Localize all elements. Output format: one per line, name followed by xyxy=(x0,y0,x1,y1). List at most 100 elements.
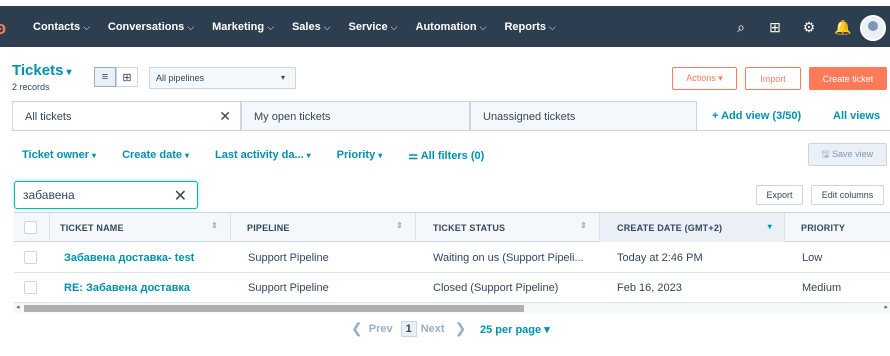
nav-label: Conversations xyxy=(107,21,185,33)
chevron-down-icon: ▾ xyxy=(306,151,311,160)
row-checkbox[interactable] xyxy=(24,251,37,264)
scroll-left-icon[interactable]: ◂ xyxy=(16,303,20,311)
export-button[interactable]: Export xyxy=(756,185,803,205)
horizontal-scrollbar[interactable]: ◂ ▸ xyxy=(14,303,890,313)
column-ticket-status[interactable]: TICKET STATUS ⇕ xyxy=(416,213,600,242)
status-cell: Waiting on us (Support Pipeli... xyxy=(433,252,584,264)
chevron-down-icon: ▾ xyxy=(92,151,97,160)
ticket-name-link[interactable]: RE: Забавена доставка xyxy=(64,273,229,303)
nav-automation[interactable]: Automation ⌵ xyxy=(416,21,487,33)
ticket-name-link[interactable]: Забавена доставка- test xyxy=(64,243,229,273)
pipeline-cell: Support Pipeline xyxy=(248,252,329,264)
chevron-down-icon: ⌵ xyxy=(267,22,274,32)
clear-icon[interactable]: ✕ xyxy=(174,186,187,206)
per-page-select[interactable]: 25 per page ▾ xyxy=(480,323,550,336)
prev-page-button[interactable]: Prev xyxy=(369,323,393,335)
pagination: ❮ Prev 1 Next ❯ xyxy=(345,320,472,337)
column-label: PRIORITY xyxy=(801,223,846,233)
column-create-date[interactable]: CREATE DATE (GMT+2) ▾ xyxy=(600,213,785,242)
filter-ticket-owner[interactable]: Ticket owner ▾ xyxy=(22,149,96,162)
chevron-down-icon: ▾ xyxy=(280,73,285,82)
search-icon[interactable]: ⌕ xyxy=(724,19,758,36)
nav-contacts[interactable]: Contacts ⌵ xyxy=(33,21,90,33)
chevron-down-icon: ▾ xyxy=(66,67,72,78)
column-label: TICKET NAME xyxy=(60,223,124,233)
filter-label: Last activity da... xyxy=(215,149,304,161)
priority-cell: Medium xyxy=(802,282,842,294)
chevron-left-icon[interactable]: ❮ xyxy=(351,320,363,337)
nav-conversations[interactable]: Conversations ⌵ xyxy=(108,21,194,33)
chevron-down-icon: ▾ xyxy=(378,151,383,160)
tab-unassigned-tickets[interactable]: Unassigned tickets xyxy=(470,101,697,131)
add-view-button[interactable]: + Add view (3/50) xyxy=(712,110,801,122)
close-icon[interactable]: ✕ xyxy=(219,108,231,125)
notifications-bell-icon[interactable]: 🔔 xyxy=(826,19,860,36)
column-priority[interactable]: PRIORITY xyxy=(785,213,890,242)
page-title[interactable]: Tickets ▾ xyxy=(12,62,71,79)
sort-icon[interactable]: ⇕ xyxy=(580,221,587,230)
next-page-button[interactable]: Next xyxy=(421,323,445,335)
filter-label: Create date xyxy=(122,149,182,161)
tab-all-tickets[interactable]: All tickets ✕ xyxy=(12,101,241,131)
all-filters-button[interactable]: ⚌ All filters (0) xyxy=(408,149,484,162)
pipeline-select[interactable]: All pipelines ▾ xyxy=(149,67,296,89)
chevron-down-icon: ⌵ xyxy=(549,22,556,32)
column-ticket-name[interactable]: TICKET NAME ⇕ xyxy=(50,213,231,242)
pipeline-cell: Support Pipeline xyxy=(248,282,329,294)
chevron-down-icon: ⌵ xyxy=(83,22,90,32)
create-ticket-button[interactable]: Create ticket xyxy=(809,67,887,90)
hubspot-logo-icon[interactable]: ʚ xyxy=(0,18,6,39)
table-row: RE: Забавена доставка Support Pipeline C… xyxy=(14,273,890,303)
board-view-icon[interactable]: ⊞ xyxy=(116,67,138,87)
chevron-down-icon: ▾ xyxy=(184,151,189,160)
nav-service[interactable]: Service ⌵ xyxy=(349,21,398,33)
nav-label: Automation xyxy=(415,21,477,33)
tab-my-open-tickets[interactable]: My open tickets xyxy=(241,101,470,131)
nav-label: Contacts xyxy=(33,21,81,33)
edit-columns-button[interactable]: Edit columns xyxy=(811,185,884,205)
current-page[interactable]: 1 xyxy=(400,320,417,337)
sort-icon[interactable]: ⇕ xyxy=(211,221,218,230)
column-label: PIPELINE xyxy=(247,223,290,233)
table-row: Забавена доставка- test Support Pipeline… xyxy=(14,243,890,273)
scroll-right-icon[interactable]: ▸ xyxy=(884,303,888,311)
tab-divider xyxy=(12,130,890,131)
list-view-icon[interactable]: ≡ xyxy=(94,67,116,87)
select-all-cell xyxy=(14,213,50,242)
chevron-right-icon[interactable]: ❯ xyxy=(455,320,467,337)
column-pipeline[interactable]: PIPELINE ⇕ xyxy=(231,213,416,242)
marketplace-icon[interactable]: ⊞ xyxy=(758,19,792,36)
filter-last-activity-date[interactable]: Last activity da... ▾ xyxy=(215,149,311,162)
settings-gear-icon[interactable]: ⚙ xyxy=(792,19,826,36)
all-views-link[interactable]: All views xyxy=(833,110,880,122)
nav-reports[interactable]: Reports ⌵ xyxy=(504,21,555,33)
nav-marketing[interactable]: Marketing ⌵ xyxy=(212,21,274,33)
record-count: 2 records xyxy=(12,82,50,92)
search-input[interactable]: забавена ✕ xyxy=(14,181,198,209)
nav-sales[interactable]: Sales ⌵ xyxy=(292,21,331,33)
filter-priority[interactable]: Priority ▾ xyxy=(337,149,383,162)
nav-label: Sales xyxy=(291,21,321,33)
table-header: TICKET NAME ⇕ PIPELINE ⇕ TICKET STATUS ⇕ CR… xyxy=(14,212,890,242)
save-view-button[interactable]: 🖫 Save view xyxy=(808,143,887,166)
nav-label: Service xyxy=(348,21,388,33)
page-title-text: Tickets xyxy=(12,62,64,79)
search-value: забавена xyxy=(23,188,75,202)
import-button[interactable]: Import xyxy=(745,67,801,90)
pipeline-value: All pipelines xyxy=(156,73,205,83)
tab-label: All tickets xyxy=(25,111,72,123)
view-tabs: All tickets ✕ My open tickets Unassigned … xyxy=(12,101,697,131)
create-date-cell: Feb 16, 2023 xyxy=(617,282,682,294)
select-all-checkbox[interactable] xyxy=(24,221,37,234)
sort-descending-icon[interactable]: ▾ xyxy=(768,222,772,231)
scrollbar-thumb[interactable] xyxy=(24,305,524,312)
filter-create-date[interactable]: Create date ▾ xyxy=(122,149,189,162)
sort-icon[interactable]: ⇕ xyxy=(396,221,403,230)
filter-label: Priority xyxy=(336,149,376,161)
nav-icons: ⌕ ⊞ ⚙ 🔔 xyxy=(724,19,860,36)
nav-label: Marketing xyxy=(212,21,265,33)
avatar[interactable] xyxy=(860,15,886,41)
row-checkbox[interactable] xyxy=(24,281,37,294)
actions-button[interactable]: Actions ▾ xyxy=(672,67,737,90)
chevron-down-icon: ⌵ xyxy=(187,22,195,32)
